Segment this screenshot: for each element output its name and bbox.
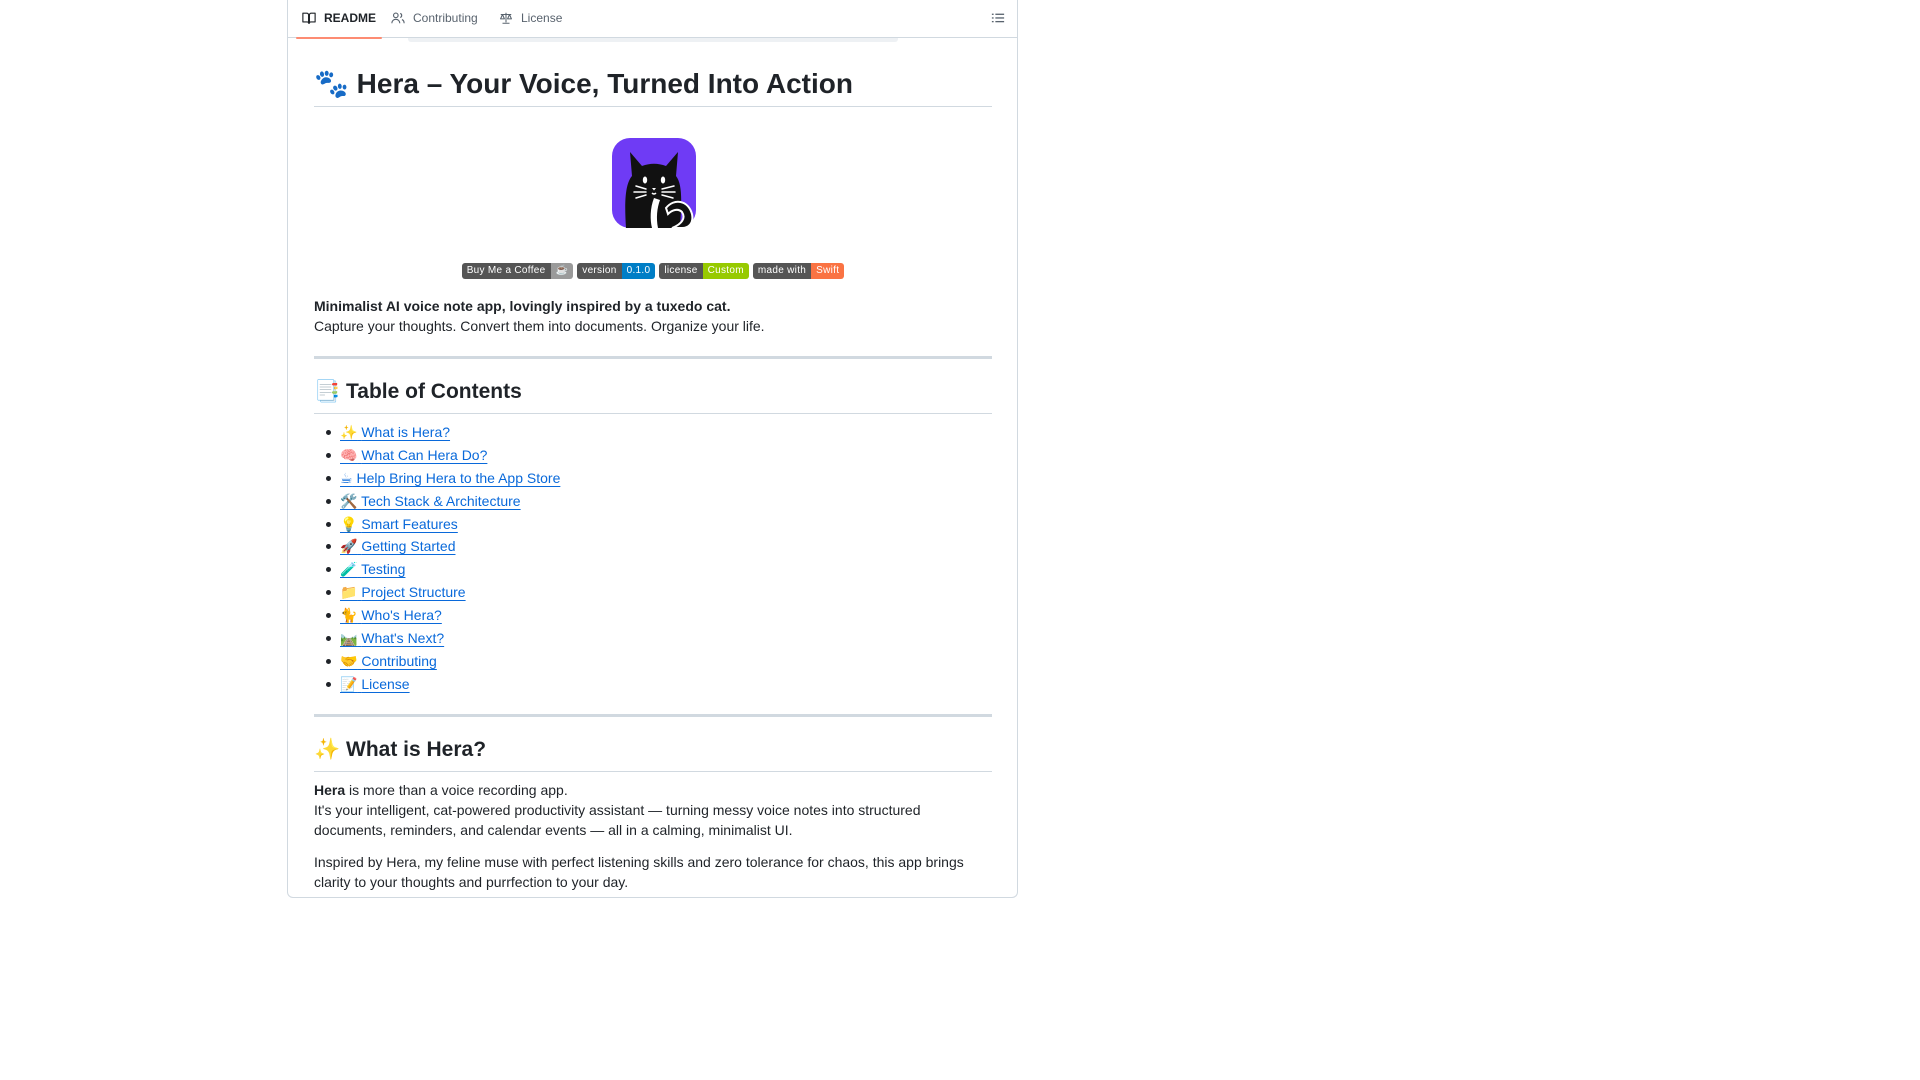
toc-link-help-bring-hera[interactable]: ☕ Help Bring Hera to the App Store (340, 469, 561, 487)
badge-row: Buy Me a Coffee ☕ version 0.1.0 license Cus… (314, 263, 992, 279)
badge-label: Buy Me a Coffee (461, 263, 551, 279)
list-item: 🛠️ Tech Stack & Architecture (325, 490, 560, 513)
toc-heading-text: Table of Contents (346, 380, 522, 403)
railway-track-icon: 🛤️ (340, 631, 358, 648)
toc-link-label: Getting Started (361, 538, 456, 555)
toc-link-whats-next[interactable]: 🛤️ What's Next? (340, 630, 445, 648)
toc-link-getting-started[interactable]: 🚀 Getting Started (340, 538, 456, 556)
badge-license[interactable]: license Custom (659, 263, 749, 279)
readme-panel: README Contributing License 🐾 Hera – You… (287, 0, 1018, 898)
toc-link-label: Tech Stack & Architecture (361, 492, 521, 509)
list-item: ✨ What is Hera? (325, 421, 560, 444)
readme-title: 🐾 Hera – Your Voice, Turned Into Action (314, 66, 992, 107)
list-item: 🤝 Contributing (325, 650, 560, 673)
what-p2: It's your intelligent, cat-powered produ… (314, 802, 921, 838)
divider (314, 356, 992, 359)
toc-link-label: Project Structure (361, 584, 466, 601)
coffee-icon: ☕ (340, 470, 353, 487)
badge-value: Custom (702, 263, 749, 279)
active-tab-indicator (296, 37, 383, 39)
what-is-hera-paragraph: Hera is more than a voice recording app.… (314, 780, 992, 840)
toc-link-project-structure[interactable]: 📁 Project Structure (340, 584, 466, 602)
toc-heading: 📑 Table of Contents (314, 376, 992, 414)
tools-icon: 🛠️ (340, 493, 358, 510)
toc-link-testing[interactable]: 🧪 Testing (340, 561, 406, 579)
what-is-hera-heading: ✨ What is Hera? (314, 734, 992, 772)
brain-icon: 🧠 (340, 447, 358, 464)
tab-readme[interactable]: README (296, 0, 383, 39)
tab-contributing-label: Contributing (413, 11, 478, 25)
paw-icon: 🐾 (314, 67, 349, 100)
toc-link-what-can-hera-do[interactable]: 🧠 What Can Hera Do? (340, 446, 488, 464)
sticky-header-shadow (408, 38, 898, 42)
test-tube-icon: 🧪 (340, 562, 358, 579)
list-item: 🧪 Testing (325, 558, 560, 581)
what-p1-rest: is more than a voice recording app. (345, 782, 568, 798)
badge-made-with[interactable]: made with Swift (752, 263, 845, 279)
sparkles-icon: ✨ (340, 425, 358, 441)
inspired-paragraph: Inspired by Hera, my feline muse with pe… (314, 854, 964, 890)
subtitle: Capture your thoughts. Convert them into… (314, 318, 765, 334)
toc-link-label: Smart Features (361, 515, 458, 532)
tab-readme-label: README (324, 11, 377, 25)
readme-title-text: Hera – Your Voice, Turned Into Action (356, 68, 853, 99)
intro-block: Minimalist AI voice note app, lovingly i… (314, 296, 992, 336)
toc-link-label: What Can Hera Do? (361, 446, 488, 463)
toc-link-label: Testing (361, 561, 406, 578)
bookmark-tabs-icon: 📑 (314, 379, 341, 403)
memo-icon: 📝 (340, 676, 358, 693)
toc-link-smart-features[interactable]: 💡 Smart Features (340, 515, 458, 533)
divider (314, 714, 992, 717)
toc-link-tech-stack[interactable]: 🛠️ Tech Stack & Architecture (340, 492, 521, 510)
readme-tabbar: README Contributing License (288, 0, 1017, 39)
cat-icon: 🐈 (340, 608, 358, 625)
list-item: 🐈 Who's Hera? (325, 604, 560, 627)
toc-link-label: Help Bring Hera to the App Store (356, 469, 561, 486)
handshake-icon: 🤝 (340, 653, 358, 670)
toc-link-label: What is Hera? (361, 424, 451, 440)
badge-value: Swift (811, 263, 845, 279)
toc-link-label: Who's Hera? (361, 607, 442, 624)
list-item: 💡 Smart Features (325, 513, 560, 536)
list-item: 🧠 What Can Hera Do? (325, 444, 560, 467)
toc-link-label: Contributing (361, 652, 437, 669)
toc-link-whos-hera[interactable]: 🐈 Who's Hera? (340, 607, 442, 625)
what-is-hera-heading-text: What is Hera? (346, 738, 487, 761)
badge-label: made with (752, 263, 812, 279)
list-item: 📝 License (325, 673, 560, 696)
list-item: ☕ Help Bring Hera to the App Store (325, 467, 561, 490)
tab-license[interactable]: License (493, 0, 568, 38)
list-item: 🚀 Getting Started (325, 535, 560, 558)
tab-contributing[interactable]: Contributing (385, 0, 484, 38)
folder-icon: 📁 (340, 585, 358, 602)
outline-list-icon[interactable] (991, 11, 1005, 25)
tab-license-label: License (521, 11, 563, 25)
book-icon (302, 12, 316, 24)
badge-value: 0.1.0 (621, 263, 656, 279)
rocket-icon: 🚀 (340, 539, 358, 556)
list-item: 📁 Project Structure (325, 581, 560, 604)
toc-link-what-is-hera[interactable]: ✨ What is Hera? (340, 424, 451, 441)
toc-link-label: License (361, 675, 410, 692)
badge-buy-me-a-coffee[interactable]: Buy Me a Coffee ☕ (461, 263, 574, 279)
badge-value: ☕ (550, 263, 574, 279)
sparkles-icon: ✨ (314, 737, 341, 761)
toc-link-contributing[interactable]: 🤝 Contributing (340, 652, 437, 670)
hera-bold: Hera (314, 782, 346, 798)
list-item: 🛤️ What's Next? (325, 627, 560, 650)
law-icon (500, 12, 512, 24)
toc-link-license[interactable]: 📝 License (340, 675, 410, 693)
cat-logo (612, 138, 696, 228)
badge-label: license (659, 263, 703, 279)
tagline: Minimalist AI voice note app, lovingly i… (314, 298, 731, 314)
lightbulb-icon: 💡 (340, 516, 358, 533)
badge-label: version (577, 263, 622, 279)
people-icon (391, 12, 405, 24)
badge-version[interactable]: version 0.1.0 (577, 263, 656, 279)
toc-list: ✨ What is Hera? 🧠 What Can Hera Do? ☕ He… (314, 421, 560, 696)
toc-link-label: What's Next? (361, 630, 445, 647)
